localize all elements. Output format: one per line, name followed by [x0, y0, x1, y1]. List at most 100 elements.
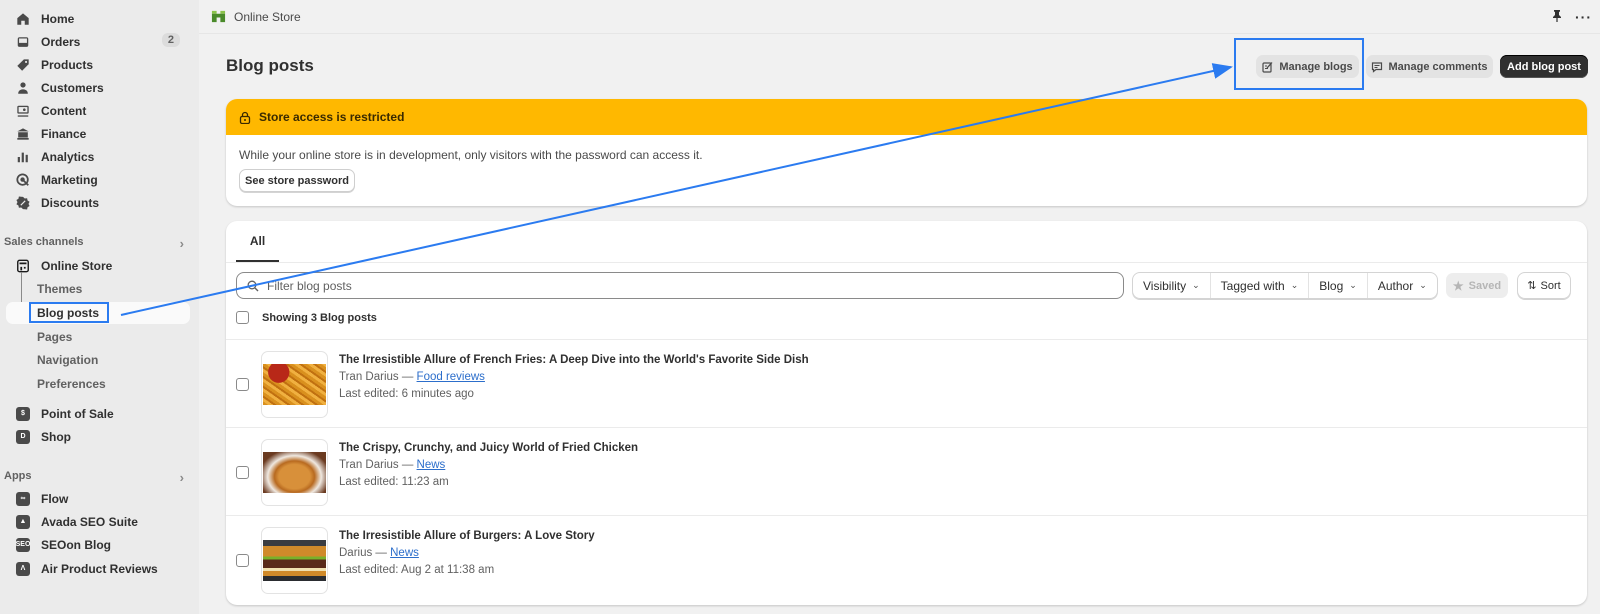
see-store-password-button[interactable]: See store password	[239, 169, 355, 192]
sort-button[interactable]: ⇅ Sort	[1517, 272, 1571, 299]
post-blog-link[interactable]: Food reviews	[417, 371, 485, 383]
sidebar-item-label: Flow	[41, 491, 69, 506]
post-meta: Tran Darius — Food reviews	[339, 371, 485, 383]
filter-label: Visibility	[1143, 278, 1187, 293]
sidebar-subitem-pages[interactable]: Pages	[6, 326, 190, 348]
avada-icon: ▲	[16, 514, 30, 529]
filter-visibility[interactable]: Visibility ⌄	[1133, 273, 1211, 298]
store-restricted-banner: Store access is restricted While your on…	[226, 99, 1587, 206]
add-blog-post-button[interactable]: Add blog post	[1500, 55, 1588, 78]
saved-button[interactable]: ★ Saved	[1446, 273, 1508, 298]
inbox-icon	[16, 35, 30, 49]
discount-icon	[16, 196, 30, 210]
annotation-highlight-blog-posts	[29, 302, 109, 323]
filter-author[interactable]: Author ⌄	[1368, 273, 1437, 298]
chevron-down-icon: ⌄	[1349, 280, 1357, 290]
pin-icon[interactable]	[1551, 9, 1563, 25]
sidebar-item-point-of-sale[interactable]: $ Point of Sale	[6, 402, 190, 425]
filter-search-field[interactable]	[236, 272, 1124, 299]
sidebar-app-avada-seo-suite[interactable]: ▲ Avada SEO Suite	[6, 510, 190, 533]
post-thumbnail-french-fries	[261, 351, 328, 418]
sidebar-item-customers[interactable]: Customers	[6, 76, 190, 99]
sidebar-subitem-themes[interactable]: Themes	[6, 278, 190, 300]
channel-title: Online Store	[234, 9, 301, 24]
sidebar-item-label: Point of Sale	[41, 406, 114, 421]
row-checkbox[interactable]	[236, 554, 249, 567]
sidebar-item-label: Discounts	[41, 195, 100, 210]
filter-tagged-with[interactable]: Tagged with ⌄	[1211, 273, 1310, 298]
sidebar-item-analytics[interactable]: Analytics	[6, 145, 190, 168]
bank-icon	[16, 127, 30, 141]
post-author: Tran Darius	[339, 371, 399, 383]
table-row[interactable]: The Irresistible Allure of French Fries:…	[226, 339, 1587, 427]
sidebar-app-seoon-blog[interactable]: SEO SEOon Blog	[6, 533, 190, 556]
sidebar-item-online-store[interactable]: Online Store	[6, 254, 190, 277]
sidebar-subitem-label: Themes	[37, 282, 83, 296]
target-icon	[16, 172, 30, 187]
sort-label: Sort	[1540, 279, 1561, 292]
manage-comments-button[interactable]: Manage comments	[1366, 55, 1493, 78]
sidebar-item-orders[interactable]: Orders 2	[6, 30, 190, 53]
row-checkbox[interactable]	[236, 378, 249, 391]
post-thumbnail-fried-chicken	[261, 439, 328, 506]
select-all-checkbox[interactable]	[236, 311, 249, 324]
table-row[interactable]: The Irresistible Allure of Burgers: A Lo…	[226, 515, 1587, 603]
air-reviews-icon: Λ	[16, 561, 30, 576]
pos-icon: $	[16, 406, 30, 421]
lock-icon	[239, 111, 251, 124]
sidebar-item-products[interactable]: Products	[6, 53, 190, 76]
sidebar-item-home[interactable]: Home	[6, 7, 190, 30]
chevron-down-icon: ⌄	[1290, 280, 1299, 290]
sidebar-item-label: Home	[41, 11, 75, 26]
post-thumbnail-burger	[261, 527, 328, 594]
sidebar-item-shop[interactable]: D Shop	[6, 425, 190, 448]
more-actions-icon[interactable]: ···	[1575, 9, 1592, 25]
filter-search-input[interactable]	[267, 278, 1123, 293]
filter-group: Visibility ⌄ Tagged with ⌄ Blog ⌄ Author ⌄	[1132, 272, 1438, 299]
table-row[interactable]: The Crispy, Crunchy, and Juicy World of …	[226, 427, 1587, 515]
post-last-edited: Last edited: 6 minutes ago	[339, 388, 474, 400]
filter-blog[interactable]: Blog ⌄	[1309, 273, 1368, 298]
sidebar-item-content[interactable]: Content	[6, 99, 190, 122]
post-last-edited: Last edited: 11:23 am	[339, 476, 449, 488]
row-checkbox[interactable]	[236, 466, 249, 479]
sidebar-subitem-label: Pages	[37, 330, 73, 344]
sidebar-app-air-product-reviews[interactable]: Λ Air Product Reviews	[6, 557, 190, 580]
banner-header: Store access is restricted	[226, 99, 1587, 135]
apps-heading[interactable]: Apps ›	[4, 470, 190, 485]
chevron-right-icon: ›	[179, 236, 184, 251]
home-icon	[16, 12, 30, 26]
sort-icon: ⇅	[1527, 280, 1537, 292]
post-meta: Tran Darius — News	[339, 459, 446, 471]
post-title[interactable]: The Irresistible Allure of Burgers: A Lo…	[339, 530, 595, 542]
sidebar-item-discounts[interactable]: Discounts	[6, 191, 190, 214]
tab-all[interactable]: All	[236, 221, 279, 262]
post-blog-link[interactable]: News	[390, 547, 419, 559]
post-author: Darius	[339, 547, 373, 559]
sidebar-item-marketing[interactable]: Marketing	[6, 168, 190, 191]
add-blog-post-label: Add blog post	[1507, 60, 1581, 73]
sidebar-item-finance[interactable]: Finance	[6, 122, 190, 145]
apps-label: Apps	[4, 470, 32, 482]
blog-posts-card: All Visibility ⌄ Tagged with ⌄ Blog ⌄ Autho…	[226, 221, 1587, 605]
sidebar-subitem-navigation[interactable]: Navigation	[6, 349, 190, 371]
sales-channels-heading[interactable]: Sales channels ›	[4, 236, 190, 251]
sidebar-item-label: Customers	[41, 80, 104, 95]
seoon-icon: SEO	[16, 537, 30, 552]
post-meta: Darius — News	[339, 547, 419, 559]
post-title[interactable]: The Crispy, Crunchy, and Juicy World of …	[339, 442, 638, 454]
post-blog-link[interactable]: News	[417, 459, 446, 471]
sidebar-item-label: Products	[41, 57, 94, 72]
sidebar-item-label: Content	[41, 103, 87, 118]
sidebar-item-label: Online Store	[41, 258, 113, 273]
post-last-edited: Last edited: Aug 2 at 11:38 am	[339, 564, 495, 576]
sidebar-subitem-preferences[interactable]: Preferences	[6, 373, 190, 395]
post-title[interactable]: The Irresistible Allure of French Fries:…	[339, 354, 809, 366]
shop-icon: D	[16, 429, 30, 444]
showing-count: Showing 3 Blog posts	[262, 312, 377, 324]
sidebar-app-flow[interactable]: ∞ Flow	[6, 487, 190, 510]
banner-title: Store access is restricted	[259, 110, 405, 124]
store-icon	[16, 259, 30, 273]
tab-label: All	[249, 233, 266, 248]
bar-chart-icon	[16, 150, 30, 164]
